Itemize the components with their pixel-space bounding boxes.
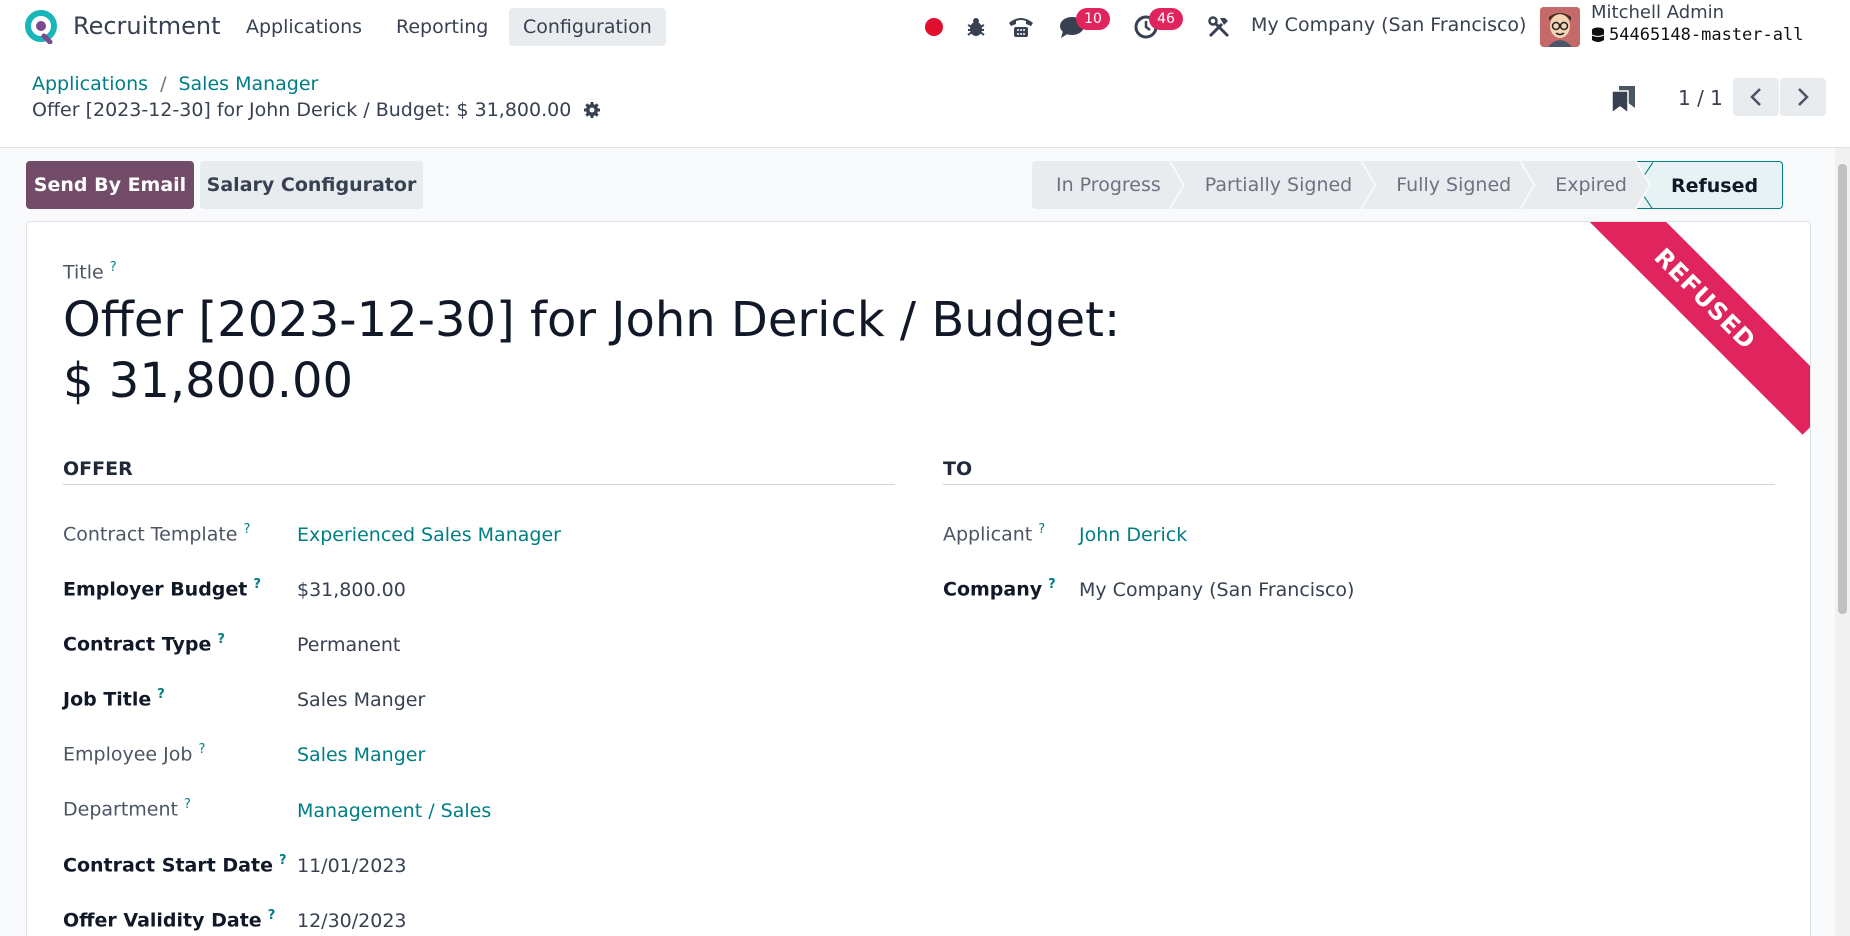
contract-start-date-label: Contract Start Date?	[63, 853, 287, 877]
breadcrumb-applications[interactable]: Applications	[32, 73, 148, 95]
help-tooltip-icon[interactable]: ?	[157, 687, 165, 702]
applicant-label: Applicant?	[943, 522, 1046, 546]
employee-job-label: Employee Job?	[63, 742, 206, 766]
stage-fully-signed[interactable]: Fully Signed	[1362, 161, 1533, 209]
status-bar: In Progress Partially Signed Fully Signe…	[1032, 161, 1784, 209]
applicant-field[interactable]: John Derick	[1079, 524, 1187, 546]
chevron-right-icon	[1798, 88, 1809, 106]
offer-validity-date-label: Offer Validity Date?	[63, 908, 276, 932]
messages-badge: 10	[1076, 8, 1110, 30]
bookmark-icon[interactable]	[1609, 84, 1637, 115]
menu-reporting[interactable]: Reporting	[382, 8, 502, 46]
help-tooltip-icon[interactable]: ?	[110, 260, 117, 275]
contract-type-field[interactable]: Permanent	[297, 634, 400, 656]
pager-value[interactable]: 1 / 1	[1678, 86, 1723, 110]
title-line-1: Offer [2023-12-30] for John Derick / Bud…	[63, 292, 1121, 348]
offer-title-field[interactable]: Offer [2023-12-30] for John Derick / Bud…	[63, 290, 1123, 412]
app-title[interactable]: Recruitment	[73, 12, 220, 40]
contract-template-field[interactable]: Experienced Sales Manager	[297, 524, 561, 546]
top-navbar: Recruitment Applications Reporting Confi…	[0, 0, 1850, 54]
breadcrumb-sales-manager[interactable]: Sales Manager	[178, 73, 318, 95]
menu-applications[interactable]: Applications	[232, 8, 376, 46]
send-by-email-button[interactable]: Send By Email	[26, 161, 194, 209]
form-sheet: REFUSED Title? Offer [2023-12-30] for Jo…	[26, 221, 1811, 936]
help-tooltip-icon[interactable]: ?	[198, 742, 205, 757]
company-label: Company?	[943, 577, 1056, 601]
stage-partially-signed[interactable]: Partially Signed	[1171, 161, 1374, 209]
stage-in-progress[interactable]: In Progress	[1032, 161, 1183, 209]
job-title-label: Job Title?	[63, 687, 165, 711]
breadcrumb: Applications / Sales Manager	[32, 73, 319, 95]
to-group-heading: TO	[943, 458, 1775, 485]
database-label: 54465148-master-all	[1609, 25, 1804, 45]
company-field[interactable]: My Company (San Francisco)	[1079, 579, 1354, 601]
pager-next-button[interactable]	[1780, 78, 1826, 116]
record-icon[interactable]	[919, 12, 949, 42]
phone-icon[interactable]	[1006, 12, 1036, 42]
employee-job-field[interactable]: Sales Manger	[297, 744, 425, 766]
tools-icon[interactable]	[1204, 12, 1234, 42]
database-name: 54465148-master-all	[1591, 25, 1803, 45]
current-record-name: Offer [2023-12-30] for John Derick / Bud…	[32, 99, 572, 121]
pager-previous-button[interactable]	[1733, 78, 1779, 116]
activities-badge: 46	[1149, 8, 1183, 30]
salary-configurator-button[interactable]: Salary Configurator	[200, 161, 423, 209]
contract-start-date-field[interactable]: 11/01/2023	[297, 855, 407, 877]
user-avatar[interactable]	[1540, 7, 1580, 47]
scrollbar-thumb[interactable]	[1838, 164, 1847, 614]
help-tooltip-icon[interactable]: ?	[217, 632, 225, 647]
contract-type-label: Contract Type?	[63, 632, 225, 656]
chevron-left-icon	[1750, 88, 1761, 106]
page-scrollbar[interactable]	[1835, 148, 1850, 936]
employer-budget-field[interactable]: $31,800.00	[297, 579, 406, 601]
offer-validity-date-field[interactable]: 12/30/2023	[297, 910, 407, 932]
bug-icon[interactable]	[961, 12, 991, 42]
stage-expired[interactable]: Expired	[1521, 161, 1649, 209]
title-label: Title?	[63, 260, 117, 284]
job-title-field[interactable]: Sales Manger	[297, 689, 425, 711]
database-icon	[1591, 27, 1605, 42]
offer-group-heading: OFFER	[63, 458, 895, 485]
help-tooltip-icon[interactable]: ?	[243, 522, 250, 537]
title-line-2: $ 31,800.00	[63, 353, 354, 409]
stage-refused[interactable]: Refused	[1636, 161, 1784, 209]
breadcrumb-current: Offer [2023-12-30] for John Derick / Bud…	[32, 99, 601, 121]
contract-template-label: Contract Template?	[63, 522, 251, 546]
status-ribbon: REFUSED	[1569, 222, 1810, 435]
help-tooltip-icon[interactable]: ?	[1038, 522, 1045, 537]
employer-budget-label: Employer Budget?	[63, 577, 261, 601]
help-tooltip-icon[interactable]: ?	[184, 797, 191, 812]
odoo-apps-icon[interactable]	[24, 10, 58, 45]
help-tooltip-icon[interactable]: ?	[279, 853, 287, 868]
department-field[interactable]: Management / Sales	[297, 800, 491, 822]
gear-icon[interactable]	[583, 101, 601, 119]
company-switcher[interactable]: My Company (San Francisco)	[1251, 14, 1526, 36]
help-tooltip-icon[interactable]: ?	[268, 908, 276, 923]
department-label: Department?	[63, 797, 191, 821]
help-tooltip-icon[interactable]: ?	[253, 577, 261, 592]
menu-configuration[interactable]: Configuration	[509, 8, 666, 46]
user-name[interactable]: Mitchell Admin	[1591, 2, 1724, 23]
help-tooltip-icon[interactable]: ?	[1048, 577, 1056, 592]
